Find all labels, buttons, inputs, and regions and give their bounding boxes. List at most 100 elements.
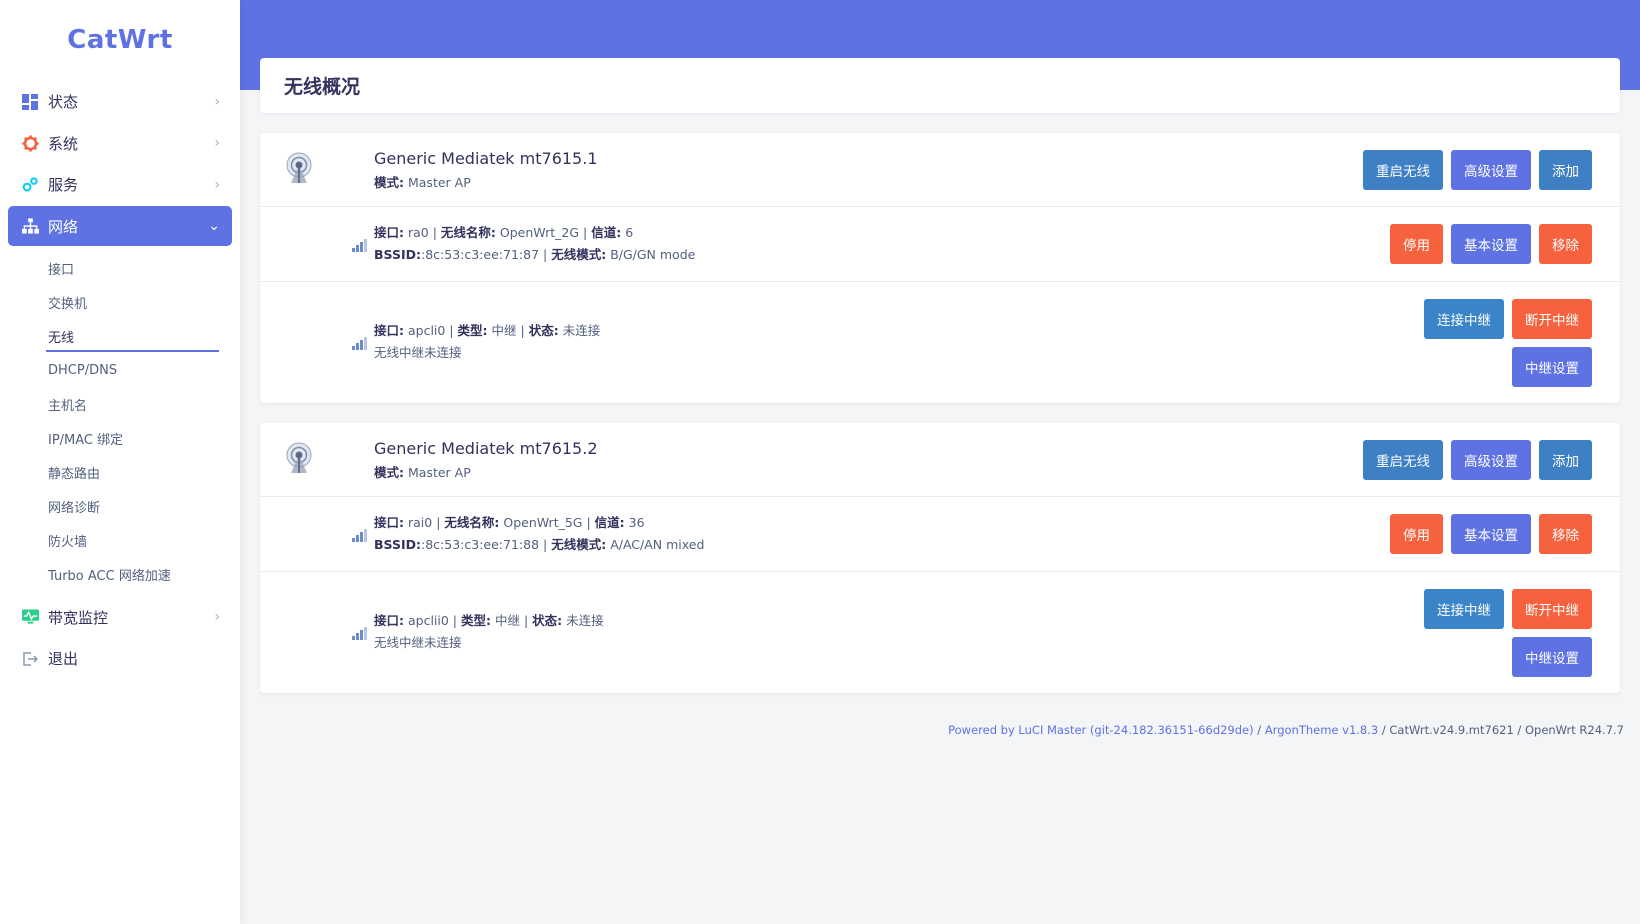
iface-label: 接口: [374, 225, 404, 240]
repeater-info: 接口: apcli0 | 类型: 中继 | 状态: 未连接 无线中继未连接 [374, 320, 600, 364]
network-info-line1: 接口: rai0 | 无线名称: OpenWrt_5G | 信道: 36 [374, 515, 645, 530]
connect-repeater-button[interactable]: 连接中继 [1424, 299, 1504, 339]
bssid-label: BSSID: [374, 537, 421, 552]
hwmode-value: B/G/GN mode [610, 247, 696, 262]
chevron-right-icon: › [214, 176, 220, 193]
network-info: 接口: ra0 | 无线名称: OpenWrt_2G | 信道: 6 BSSID… [374, 222, 695, 266]
network-info-line2: BSSID::8c:53:c3:ee:71:87 | 无线模式: B/G/GN … [374, 247, 696, 262]
chevron-right-icon: › [214, 135, 220, 151]
luci-link[interactable]: Powered by LuCI Master (git-24.182.36151… [948, 723, 1254, 737]
submenu-item-dhcp-dns[interactable]: DHCP/DNS [0, 354, 240, 388]
repeater-settings-button[interactable]: 中继设置 [1512, 637, 1592, 677]
brand-logo[interactable]: CatWrt [0, 0, 240, 80]
remove-button[interactable]: 移除 [1539, 224, 1592, 264]
repeater-actions: 连接中继 断开中继 中继设置 [1417, 299, 1592, 387]
submenu-item-ip-mac-binding[interactable]: IP/MAC 绑定 [0, 422, 240, 456]
bssid-value: :8c:53:c3:ee:71:87 [421, 247, 540, 262]
disable-button[interactable]: 停用 [1390, 514, 1443, 554]
device-mode: 模式: Master AP [374, 462, 598, 484]
sidebar-item-label: 带宽监控 [48, 608, 109, 627]
channel-label: 信道: [594, 515, 625, 530]
network-row: 接口: ra0 | 无线名称: OpenWrt_2G | 信道: 6 BSSID… [260, 207, 1620, 282]
dashboard-icon [20, 92, 40, 112]
network-row: 接口: rai0 | 无线名称: OpenWrt_5G | 信道: 36 BSS… [260, 497, 1620, 572]
device-info: Generic Mediatek mt7615.1 模式: Master AP [374, 149, 598, 194]
device-info: Generic Mediatek mt7615.2 模式: Master AP [374, 439, 598, 484]
add-network-button[interactable]: 添加 [1539, 439, 1592, 480]
advanced-settings-button[interactable]: 高级设置 [1451, 149, 1531, 190]
sidebar-item-logout[interactable]: 退出 [8, 639, 232, 679]
network-info: 接口: rai0 | 无线名称: OpenWrt_5G | 信道: 36 BSS… [374, 512, 704, 556]
restart-wireless-button[interactable]: 重启无线 [1363, 439, 1443, 480]
submenu-item-switch[interactable]: 交换机 [0, 286, 240, 320]
submenu-item-diagnostics[interactable]: 网络诊断 [0, 490, 240, 524]
network-actions: 停用 基本设置 移除 [1390, 224, 1592, 264]
sidebar-item-label: 网络 [48, 217, 79, 236]
mode-label: 模式: [374, 175, 404, 190]
sidebar: CatWrt 状态 › 系统 › 服务 › 网络 ⌄ 接口 交换机 无线 DHC… [0, 0, 240, 924]
submenu-item-hostnames[interactable]: 主机名 [0, 388, 240, 422]
submenu-item-wireless[interactable]: 无线 [0, 320, 240, 354]
channel-value: 36 [628, 515, 645, 530]
restart-wireless-button[interactable]: 重启无线 [1363, 149, 1443, 190]
mode-value: Master AP [407, 175, 471, 190]
iface-label: 接口: [374, 613, 404, 628]
disable-button[interactable]: 停用 [1390, 224, 1443, 264]
disconnect-repeater-button[interactable]: 断开中继 [1512, 299, 1592, 339]
type-value: 中继 [494, 613, 520, 628]
sidebar-item-label: 状态 [48, 93, 79, 111]
hwmode-label: 无线模式: [551, 537, 607, 552]
device-name: Generic Mediatek mt7615.2 [374, 439, 598, 458]
repeater-settings-button[interactable]: 中继设置 [1512, 347, 1592, 387]
network-actions: 停用 基本设置 移除 [1390, 514, 1592, 554]
sidebar-item-bandwidth-monitor[interactable]: 带宽监控 › [8, 597, 232, 637]
logout-icon [20, 649, 40, 669]
device-actions: 重启无线 高级设置 添加 [1363, 149, 1592, 190]
sidebar-menu: 状态 › 系统 › 服务 › 网络 ⌄ 接口 交换机 无线 DHCP/DNS 主… [0, 82, 240, 679]
mode-value: Master AP [407, 465, 471, 480]
theme-link[interactable]: ArgonTheme v1.8.3 [1265, 723, 1378, 737]
type-label: 类型: [461, 613, 491, 628]
iface-value: rai0 [407, 515, 433, 530]
sidebar-item-services[interactable]: 服务 › [8, 165, 232, 205]
repeater-row: 接口: apclii0 | 类型: 中继 | 状态: 未连接 无线中继未连接 连… [260, 572, 1620, 693]
repeater-info-line1: 接口: apclii0 | 类型: 中继 | 状态: 未连接 [374, 613, 604, 628]
gear-icon [20, 133, 40, 153]
repeater-row: 接口: apcli0 | 类型: 中继 | 状态: 未连接 无线中继未连接 连接… [260, 282, 1620, 403]
sidebar-item-network[interactable]: 网络 ⌄ [8, 206, 232, 246]
device-card: Generic Mediatek mt7615.2 模式: Master AP … [260, 423, 1620, 693]
device-mode: 模式: Master AP [374, 172, 598, 194]
iface-value: apcli0 [407, 323, 446, 338]
disconnect-repeater-button[interactable]: 断开中继 [1512, 589, 1592, 629]
sitemap-icon [20, 216, 40, 236]
connect-repeater-button[interactable]: 连接中继 [1424, 589, 1504, 629]
device-name: Generic Mediatek mt7615.1 [374, 149, 598, 168]
advanced-settings-button[interactable]: 高级设置 [1451, 439, 1531, 480]
wifi-antenna-icon [282, 151, 316, 185]
device-card: Generic Mediatek mt7615.1 模式: Master AP … [260, 133, 1620, 403]
chevron-right-icon: › [214, 609, 220, 625]
repeater-info: 接口: apclii0 | 类型: 中继 | 状态: 未连接 无线中继未连接 [374, 610, 604, 654]
submenu-item-interfaces[interactable]: 接口 [0, 252, 240, 286]
network-submenu: 接口 交换机 无线 DHCP/DNS 主机名 IP/MAC 绑定 静态路由 网络… [0, 248, 240, 596]
device-actions: 重启无线 高级设置 添加 [1363, 439, 1592, 480]
submenu-item-turbo-acc[interactable]: Turbo ACC 网络加速 [0, 558, 240, 592]
sidebar-item-status[interactable]: 状态 › [8, 82, 232, 122]
basic-settings-button[interactable]: 基本设置 [1451, 224, 1531, 264]
footer-version: / CatWrt.v24.9.mt7621 / OpenWrt R24.7.7 [1378, 723, 1624, 737]
add-network-button[interactable]: 添加 [1539, 149, 1592, 190]
ssid-value: OpenWrt_2G [499, 225, 580, 240]
ssid-value: OpenWrt_5G [503, 515, 583, 530]
basic-settings-button[interactable]: 基本设置 [1451, 514, 1531, 554]
page-title: 无线概况 [260, 58, 1620, 113]
monitor-icon [20, 607, 40, 627]
submenu-item-static-routes[interactable]: 静态路由 [0, 456, 240, 490]
sidebar-item-system[interactable]: 系统 › [8, 123, 232, 163]
type-label: 类型: [457, 323, 488, 338]
status-value: 未连接 [562, 323, 601, 338]
submenu-item-firewall[interactable]: 防火墙 [0, 524, 240, 558]
hwmode-label: 无线模式: [551, 247, 607, 262]
remove-button[interactable]: 移除 [1539, 514, 1592, 554]
sidebar-item-label: 系统 [48, 134, 79, 153]
mode-label: 模式: [374, 465, 404, 480]
